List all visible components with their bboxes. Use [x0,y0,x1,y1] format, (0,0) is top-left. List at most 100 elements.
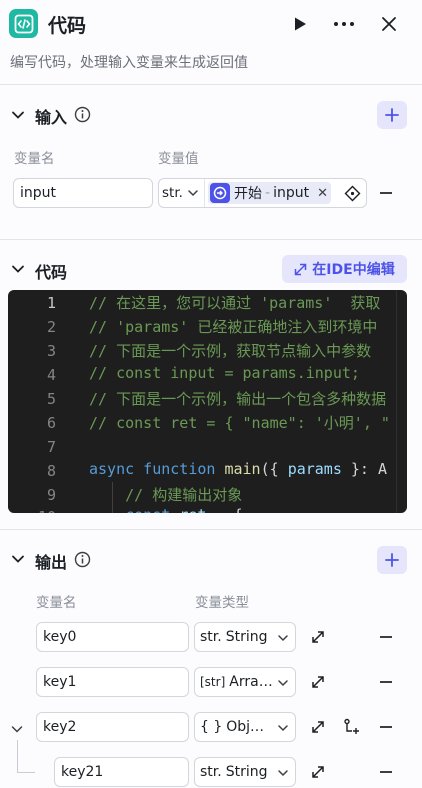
line-number: 5 [46,390,56,408]
input-col-name-label: 变量名 [14,151,55,167]
code-line: // 下面是一个示例，输出一个包含多种数据 [89,390,387,408]
code-node-icon [9,9,38,38]
code-line: // 'params' 已经被正确地注入到环境中 [89,318,378,336]
type-object-icon: { } [200,719,223,735]
line-number: 6 [46,414,56,432]
edit-in-ide-button[interactable]: 在IDE中编辑 [282,255,407,283]
code-line: // const input = params.input; [89,364,360,382]
input-type-select[interactable]: str. [159,179,205,207]
code-collapse-toggle[interactable] [10,261,26,281]
type-str-icon: str. [200,764,222,780]
chevron-down-icon [12,111,24,119]
line-number: 7 [46,438,56,456]
chevron-down-icon [11,726,23,733]
output-name-field[interactable]: key0 [36,622,189,652]
chevron-down-icon [278,635,288,642]
output-type-select[interactable]: str. String [194,757,296,787]
edit-in-ide-label: 在IDE中编辑 [312,262,395,278]
input-section-title: 输入 [35,108,68,127]
chevron-down-icon [12,265,24,273]
code-line: // 在这里，您可以通过 'params' 获取 [89,294,381,312]
add-input-button[interactable] [377,101,407,129]
divider [0,529,422,530]
chevron-down-icon [278,680,288,687]
ref-node-name: 开始 [234,186,262,202]
node-description[interactable]: 编写代码，处理输入变量来生成返回值 [10,52,248,72]
expand-icon[interactable] [310,629,326,649]
remove-input-button[interactable] [380,192,392,194]
output-col-name-label: 变量名 [36,595,77,611]
code-node-panel: 代码 编写代码，处理输入变量来生成返回值 输入 变量名 变量值 input st… [0,0,422,788]
line-number: 1 [46,294,56,312]
expand-icon [295,263,307,275]
type-label: String [225,629,268,645]
plus-icon [385,553,399,567]
play-icon [295,17,306,31]
expand-icon[interactable] [310,674,326,694]
output-col-type-label: 变量类型 [195,595,249,611]
remove-ref-icon[interactable]: ✕ [317,186,328,201]
remove-output-button[interactable] [380,726,392,728]
editor-ruler [396,290,397,513]
line-number: 10 [8,508,56,513]
remove-output-button[interactable] [380,681,392,683]
run-button[interactable] [288,12,312,36]
remove-output-button[interactable] [380,636,392,638]
divider [0,84,422,85]
type-array-icon: [str] [200,675,226,689]
type-label: Arra… [229,674,273,690]
chevron-down-icon [188,190,198,197]
code-editor[interactable]: 1 // 在这里，您可以通过 'params' 获取 2 // 'params'… [8,290,407,513]
type-label: String [225,764,268,780]
code-line: // const ret = { "name": '小明', " [89,414,390,432]
output-collapse-toggle[interactable] [10,551,26,571]
chevron-down-icon [12,555,24,563]
code-brackets-icon [14,14,33,33]
chevron-down-icon [278,770,288,777]
chevron-down-icon [278,725,288,732]
input-value-field[interactable]: str. 开始 - input ✕ [158,178,367,208]
tree-line [17,772,35,773]
line-number: 9 [46,486,56,504]
indent-guide [112,482,113,513]
output-type-select[interactable]: [str] Arra… [194,667,296,697]
remove-output-button[interactable] [380,771,392,773]
output-section-title: 输出 [35,553,68,572]
expand-icon[interactable] [310,719,326,739]
close-icon [382,17,396,31]
plus-icon [385,108,399,122]
output-type-select[interactable]: str. String [194,622,296,652]
input-col-value-label: 变量值 [158,151,199,167]
reference-tag[interactable]: 开始 - input ✕ [208,182,331,204]
line-number: 8 [46,462,56,480]
info-icon[interactable] [74,106,91,127]
code-line: // 下面是一个示例，获取节点输入中参数 [89,342,372,360]
output-name-field[interactable]: key1 [36,667,189,697]
add-child-icon[interactable] [343,718,361,740]
type-str-icon: str. [162,185,183,201]
input-name-field[interactable]: input [13,178,153,208]
variable-picker-icon[interactable] [344,185,361,206]
info-icon[interactable] [74,551,91,572]
code-section-title: 代码 [35,263,68,282]
expand-icon[interactable] [310,764,326,784]
tree-line [17,740,18,773]
ref-separator: - [265,185,271,201]
line-number: 4 [46,366,56,384]
node-title[interactable]: 代码 [48,11,86,38]
start-node-icon [210,183,230,203]
output-type-select[interactable]: { } Obj… [194,712,296,742]
more-button[interactable] [332,12,356,36]
output-name-field[interactable]: key21 [54,757,189,787]
code-line: async function main({ params }: A [89,460,388,478]
divider [0,239,422,240]
output-name-field[interactable]: key2 [36,712,189,742]
key2-collapse-toggle[interactable] [10,721,24,740]
type-str-icon: str. [200,629,222,645]
more-dots-icon [334,22,354,26]
input-collapse-toggle[interactable] [10,107,26,127]
ref-var-name: input [273,185,310,201]
add-output-button[interactable] [377,546,407,574]
line-number: 2 [46,318,56,336]
close-button[interactable] [377,12,401,36]
